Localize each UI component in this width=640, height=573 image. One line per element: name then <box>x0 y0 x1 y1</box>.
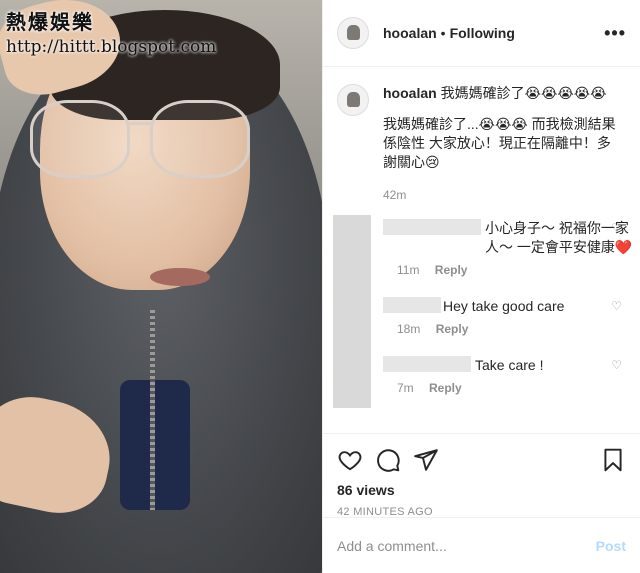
views-count[interactable]: 86 views <box>337 482 626 498</box>
comment-item: 小心身子～ 祝福你一家人～ 一定會平安健康❤️ ♡ 11m Reply <box>323 215 640 299</box>
caption-time: 42m <box>383 188 407 202</box>
add-comment-input[interactable] <box>337 537 596 554</box>
mouth <box>150 268 210 286</box>
reply-button[interactable]: Reply <box>435 263 468 277</box>
comment-time: 18m <box>397 322 421 336</box>
left-lens <box>30 100 130 178</box>
blurred-username <box>383 297 441 313</box>
comment-time: 11m <box>397 263 420 277</box>
watermark: 熱爆娛樂 http://hittt.blogspot.com <box>6 6 216 57</box>
comment-like-icon[interactable]: ♡ <box>611 221 622 235</box>
comment-like-icon[interactable]: ♡ <box>611 299 622 313</box>
zipper <box>150 310 155 510</box>
reply-button[interactable]: Reply <box>429 381 462 395</box>
comment-like-icon[interactable]: ♡ <box>611 358 622 372</box>
action-icons <box>337 442 626 478</box>
instagram-post: 熱爆娛樂 http://hittt.blogspot.com hooalan •… <box>0 0 640 573</box>
share-icon[interactable] <box>413 447 439 473</box>
caption-avatar[interactable] <box>337 84 369 116</box>
add-comment-bar: Post <box>323 517 640 573</box>
comment-meta: 11m Reply <box>397 263 640 277</box>
avatar[interactable] <box>337 17 369 49</box>
post-panel: hooalan • Following ••• hooalan 我媽媽確診了😭😭😭… <box>322 0 640 573</box>
post-photo[interactable]: 熱爆娛樂 http://hittt.blogspot.com <box>0 0 322 573</box>
comment-row: 小心身子～ 祝福你一家人～ 一定會平安健康❤️ <box>383 219 640 257</box>
caption-title: 我媽媽確診了😭😭😭😭😭 <box>440 85 607 101</box>
blurred-avatar <box>333 338 371 408</box>
post-header: hooalan • Following ••• <box>323 0 640 67</box>
caption-username[interactable]: hooalan <box>383 85 437 101</box>
post-actions: 86 views 42 MINUTES AGO <box>323 433 640 518</box>
watermark-title: 熱爆娛樂 <box>6 10 94 34</box>
more-horizontal-icon[interactable]: ••• <box>604 23 626 44</box>
watermark-url: http://hittt.blogspot.com <box>6 37 217 57</box>
blurred-username <box>383 219 481 235</box>
comment-row: Hey take good care <box>383 297 640 316</box>
caption-body: hooalan 我媽媽確診了😭😭😭😭😭 我媽媽確診了...😭😭😭 而我檢測結果係陰… <box>383 84 623 205</box>
comment-row: Take care ! <box>383 356 640 375</box>
bookmark-icon[interactable] <box>600 447 626 473</box>
separator-dot: • <box>440 25 446 41</box>
glasses <box>30 100 260 190</box>
comment-icon[interactable] <box>375 447 401 473</box>
caption-text: 我媽媽確診了...😭😭😭 而我檢測結果係陰性 大家放心！現正在隔離中！多謝關心😢 <box>383 116 616 170</box>
caption: hooalan 我媽媽確診了😭😭😭😭😭 我媽媽確診了...😭😭😭 而我檢測結果係陰… <box>323 68 640 205</box>
comment-item: Take care ! ♡ 7m Reply <box>323 338 640 408</box>
comments-scroll[interactable]: hooalan 我媽媽確診了😭😭😭😭😭 我媽媽確診了...😭😭😭 而我檢測結果係陰… <box>323 68 640 433</box>
comment-item: Hey take good care ♡ 18m Reply <box>323 279 640 349</box>
post-button[interactable]: Post <box>596 538 626 554</box>
comment-meta: 18m Reply <box>397 322 640 336</box>
reply-button[interactable]: Reply <box>436 322 469 336</box>
comment-text: Hey take good care <box>443 298 565 314</box>
right-lens <box>150 100 250 178</box>
comment-time: 7m <box>397 381 414 395</box>
shirt <box>120 380 190 510</box>
following-button[interactable]: Following <box>450 25 515 41</box>
comment-meta: 7m Reply <box>397 381 640 395</box>
blurred-username <box>383 356 471 372</box>
heart-icon[interactable] <box>337 447 363 473</box>
header-username[interactable]: hooalan <box>383 25 437 41</box>
glasses-bridge <box>128 122 152 125</box>
